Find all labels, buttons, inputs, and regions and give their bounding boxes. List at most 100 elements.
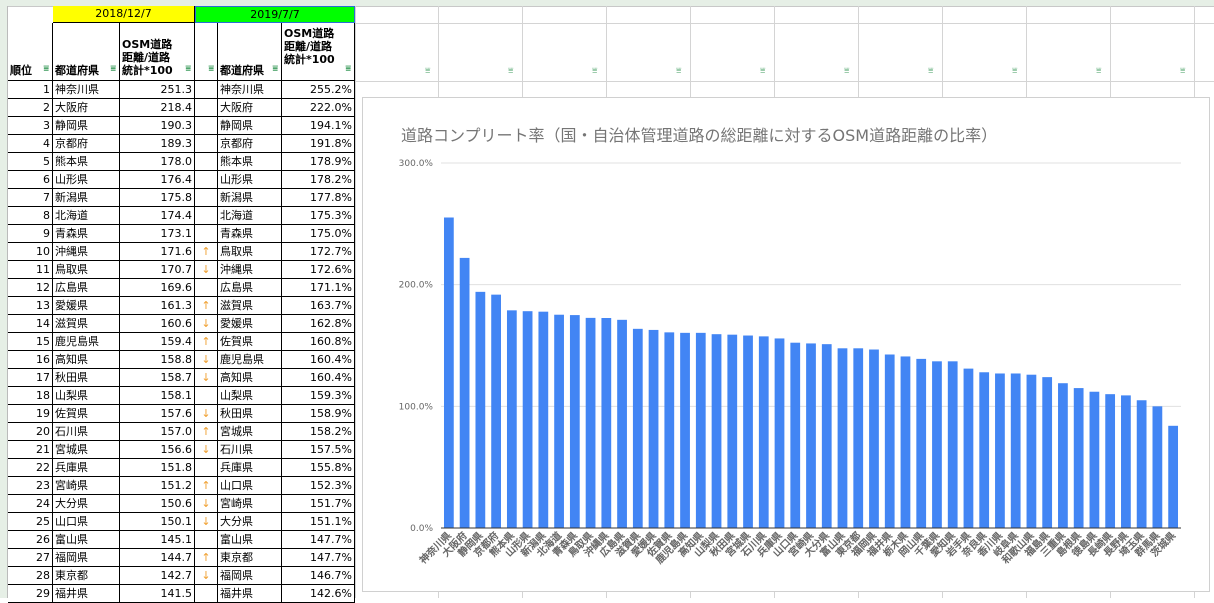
cell-pref-2018[interactable]: 沖縄県 <box>53 243 120 261</box>
cell-ratio-2019[interactable]: 178.9% <box>282 153 355 171</box>
cell-pref-2019[interactable]: 富山県 <box>218 531 282 549</box>
cell-rank[interactable]: 16 <box>8 351 53 369</box>
cell-pref-2018[interactable]: 静岡県 <box>53 117 120 135</box>
cell-pref-2018[interactable]: 山形県 <box>53 171 120 189</box>
cell-ratio-2019[interactable]: 172.7% <box>282 243 355 261</box>
cell-change-arrow[interactable]: ↓ <box>195 441 218 459</box>
cell-ratio-2018[interactable]: 171.6 <box>120 243 195 261</box>
header-pref[interactable]: 都道府県 ⩸ <box>53 23 120 81</box>
cell-rank[interactable]: 25 <box>8 513 53 531</box>
cell-pref-2018[interactable]: 新潟県 <box>53 189 120 207</box>
cell-pref-2018[interactable]: 大分県 <box>53 495 120 513</box>
filter-icon[interactable]: ⩸ <box>592 66 597 76</box>
cell-ratio-2019[interactable]: 222.0% <box>282 99 355 117</box>
cell-rank[interactable]: 11 <box>8 261 53 279</box>
cell-ratio-2019[interactable]: 160.8% <box>282 333 355 351</box>
cell-pref-2019[interactable]: 熊本県 <box>218 153 282 171</box>
cell-pref-2019[interactable]: 静岡県 <box>218 117 282 135</box>
cell-ratio-2019[interactable]: 163.7% <box>282 297 355 315</box>
cell-pref-2019[interactable]: 宮城県 <box>218 423 282 441</box>
cell-rank[interactable]: 17 <box>8 369 53 387</box>
cell-ratio-2019[interactable]: 178.2% <box>282 171 355 189</box>
cell-rank[interactable]: 19 <box>8 405 53 423</box>
cell-ratio-2018[interactable]: 173.1 <box>120 225 195 243</box>
cell-pref-2018[interactable]: 宮城県 <box>53 441 120 459</box>
cell-pref-2018[interactable]: 滋賀県 <box>53 315 120 333</box>
cell-change-arrow[interactable] <box>195 531 218 549</box>
cell-change-arrow[interactable]: ↑ <box>195 333 218 351</box>
cell-pref-2019[interactable]: 大分県 <box>218 513 282 531</box>
cell-pref-2019[interactable]: 神奈川県 <box>218 81 282 99</box>
cell-pref-2018[interactable]: 京都府 <box>53 135 120 153</box>
cell-pref-2018[interactable]: 佐賀県 <box>53 405 120 423</box>
header-change[interactable]: ⩸ <box>195 23 218 81</box>
cell-ratio-2018[interactable]: 161.3 <box>120 297 195 315</box>
cell-change-arrow[interactable]: ↑ <box>195 297 218 315</box>
filter-icon[interactable]: ⩸ <box>186 63 191 76</box>
filter-icon[interactable]: ⩸ <box>425 66 430 76</box>
cell-change-arrow[interactable] <box>195 171 218 189</box>
cell-ratio-2018[interactable]: 158.8 <box>120 351 195 369</box>
filter-icon[interactable]: ⩸ <box>209 63 214 76</box>
cell-ratio-2018[interactable]: 160.6 <box>120 315 195 333</box>
cell-ratio-2019[interactable]: 255.2% <box>282 81 355 99</box>
cell-pref-2018[interactable]: 大阪府 <box>53 99 120 117</box>
filter-icon[interactable]: ⩸ <box>44 63 49 76</box>
cell-pref-2019[interactable]: 福岡県 <box>218 567 282 585</box>
cell-pref-2018[interactable]: 福岡県 <box>53 549 120 567</box>
cell-ratio-2018[interactable]: 150.6 <box>120 495 195 513</box>
cell-pref-2019[interactable]: 東京都 <box>218 549 282 567</box>
cell-ratio-2019[interactable]: 159.3% <box>282 387 355 405</box>
cell-ratio-2019[interactable]: 152.3% <box>282 477 355 495</box>
cell-pref-2018[interactable]: 神奈川県 <box>53 81 120 99</box>
cell-pref-2019[interactable]: 鹿児島県 <box>218 351 282 369</box>
cell-pref-2018[interactable]: 富山県 <box>53 531 120 549</box>
cell-change-arrow[interactable]: ↓ <box>195 567 218 585</box>
cell-ratio-2018[interactable]: 158.1 <box>120 387 195 405</box>
cell-ratio-2018[interactable]: 144.7 <box>120 549 195 567</box>
cell-change-arrow[interactable]: ↑ <box>195 549 218 567</box>
cell-ratio-2018[interactable]: 151.2 <box>120 477 195 495</box>
header-pref-2019[interactable]: 都道府県 ⩸ <box>218 23 282 81</box>
cell-ratio-2018[interactable]: 150.1 <box>120 513 195 531</box>
cell-ratio-2018[interactable]: 156.6 <box>120 441 195 459</box>
cell-ratio-2019[interactable]: 177.8% <box>282 189 355 207</box>
cell-ratio-2019[interactable]: 175.3% <box>282 207 355 225</box>
filter-icon[interactable]: ⩸ <box>111 63 116 76</box>
cell-pref-2019[interactable]: 山梨県 <box>218 387 282 405</box>
cell-ratio-2019[interactable]: 160.4% <box>282 369 355 387</box>
cell-change-arrow[interactable] <box>195 459 218 477</box>
filter-icon[interactable]: ⩸ <box>1012 66 1017 76</box>
cell-ratio-2019[interactable]: 191.8% <box>282 135 355 153</box>
cell-rank[interactable]: 14 <box>8 315 53 333</box>
cell-ratio-2018[interactable]: 159.4 <box>120 333 195 351</box>
cell-change-arrow[interactable]: ↑ <box>195 243 218 261</box>
cell-pref-2019[interactable]: 福井県 <box>218 585 282 603</box>
cell-pref-2019[interactable]: 高知県 <box>218 369 282 387</box>
cell-ratio-2019[interactable]: 171.1% <box>282 279 355 297</box>
cell-ratio-2018[interactable]: 190.3 <box>120 117 195 135</box>
cell-change-arrow[interactable] <box>195 153 218 171</box>
filter-icon[interactable]: ⩸ <box>676 66 681 76</box>
cell-pref-2019[interactable]: 沖縄県 <box>218 261 282 279</box>
cell-ratio-2018[interactable]: 251.3 <box>120 81 195 99</box>
cell-pref-2018[interactable]: 熊本県 <box>53 153 120 171</box>
cell-ratio-2018[interactable]: 170.7 <box>120 261 195 279</box>
cell-rank[interactable]: 28 <box>8 567 53 585</box>
cell-rank[interactable]: 1 <box>8 81 53 99</box>
cell-pref-2018[interactable]: 秋田県 <box>53 369 120 387</box>
cell-ratio-2019[interactable]: 175.0% <box>282 225 355 243</box>
cell-rank[interactable]: 9 <box>8 225 53 243</box>
cell-pref-2019[interactable]: 北海道 <box>218 207 282 225</box>
cell-change-arrow[interactable]: ↓ <box>195 351 218 369</box>
cell-pref-2019[interactable]: 青森県 <box>218 225 282 243</box>
header-rank[interactable]: 順位 ⩸ <box>8 23 53 81</box>
cell-change-arrow[interactable] <box>195 585 218 603</box>
cell-ratio-2018[interactable]: 145.1 <box>120 531 195 549</box>
filter-icon[interactable]: ⩸ <box>928 66 933 76</box>
cell-rank[interactable]: 8 <box>8 207 53 225</box>
cell-rank[interactable]: 21 <box>8 441 53 459</box>
cell-change-arrow[interactable] <box>195 135 218 153</box>
cell-rank[interactable]: 15 <box>8 333 53 351</box>
cell-rank[interactable]: 23 <box>8 477 53 495</box>
